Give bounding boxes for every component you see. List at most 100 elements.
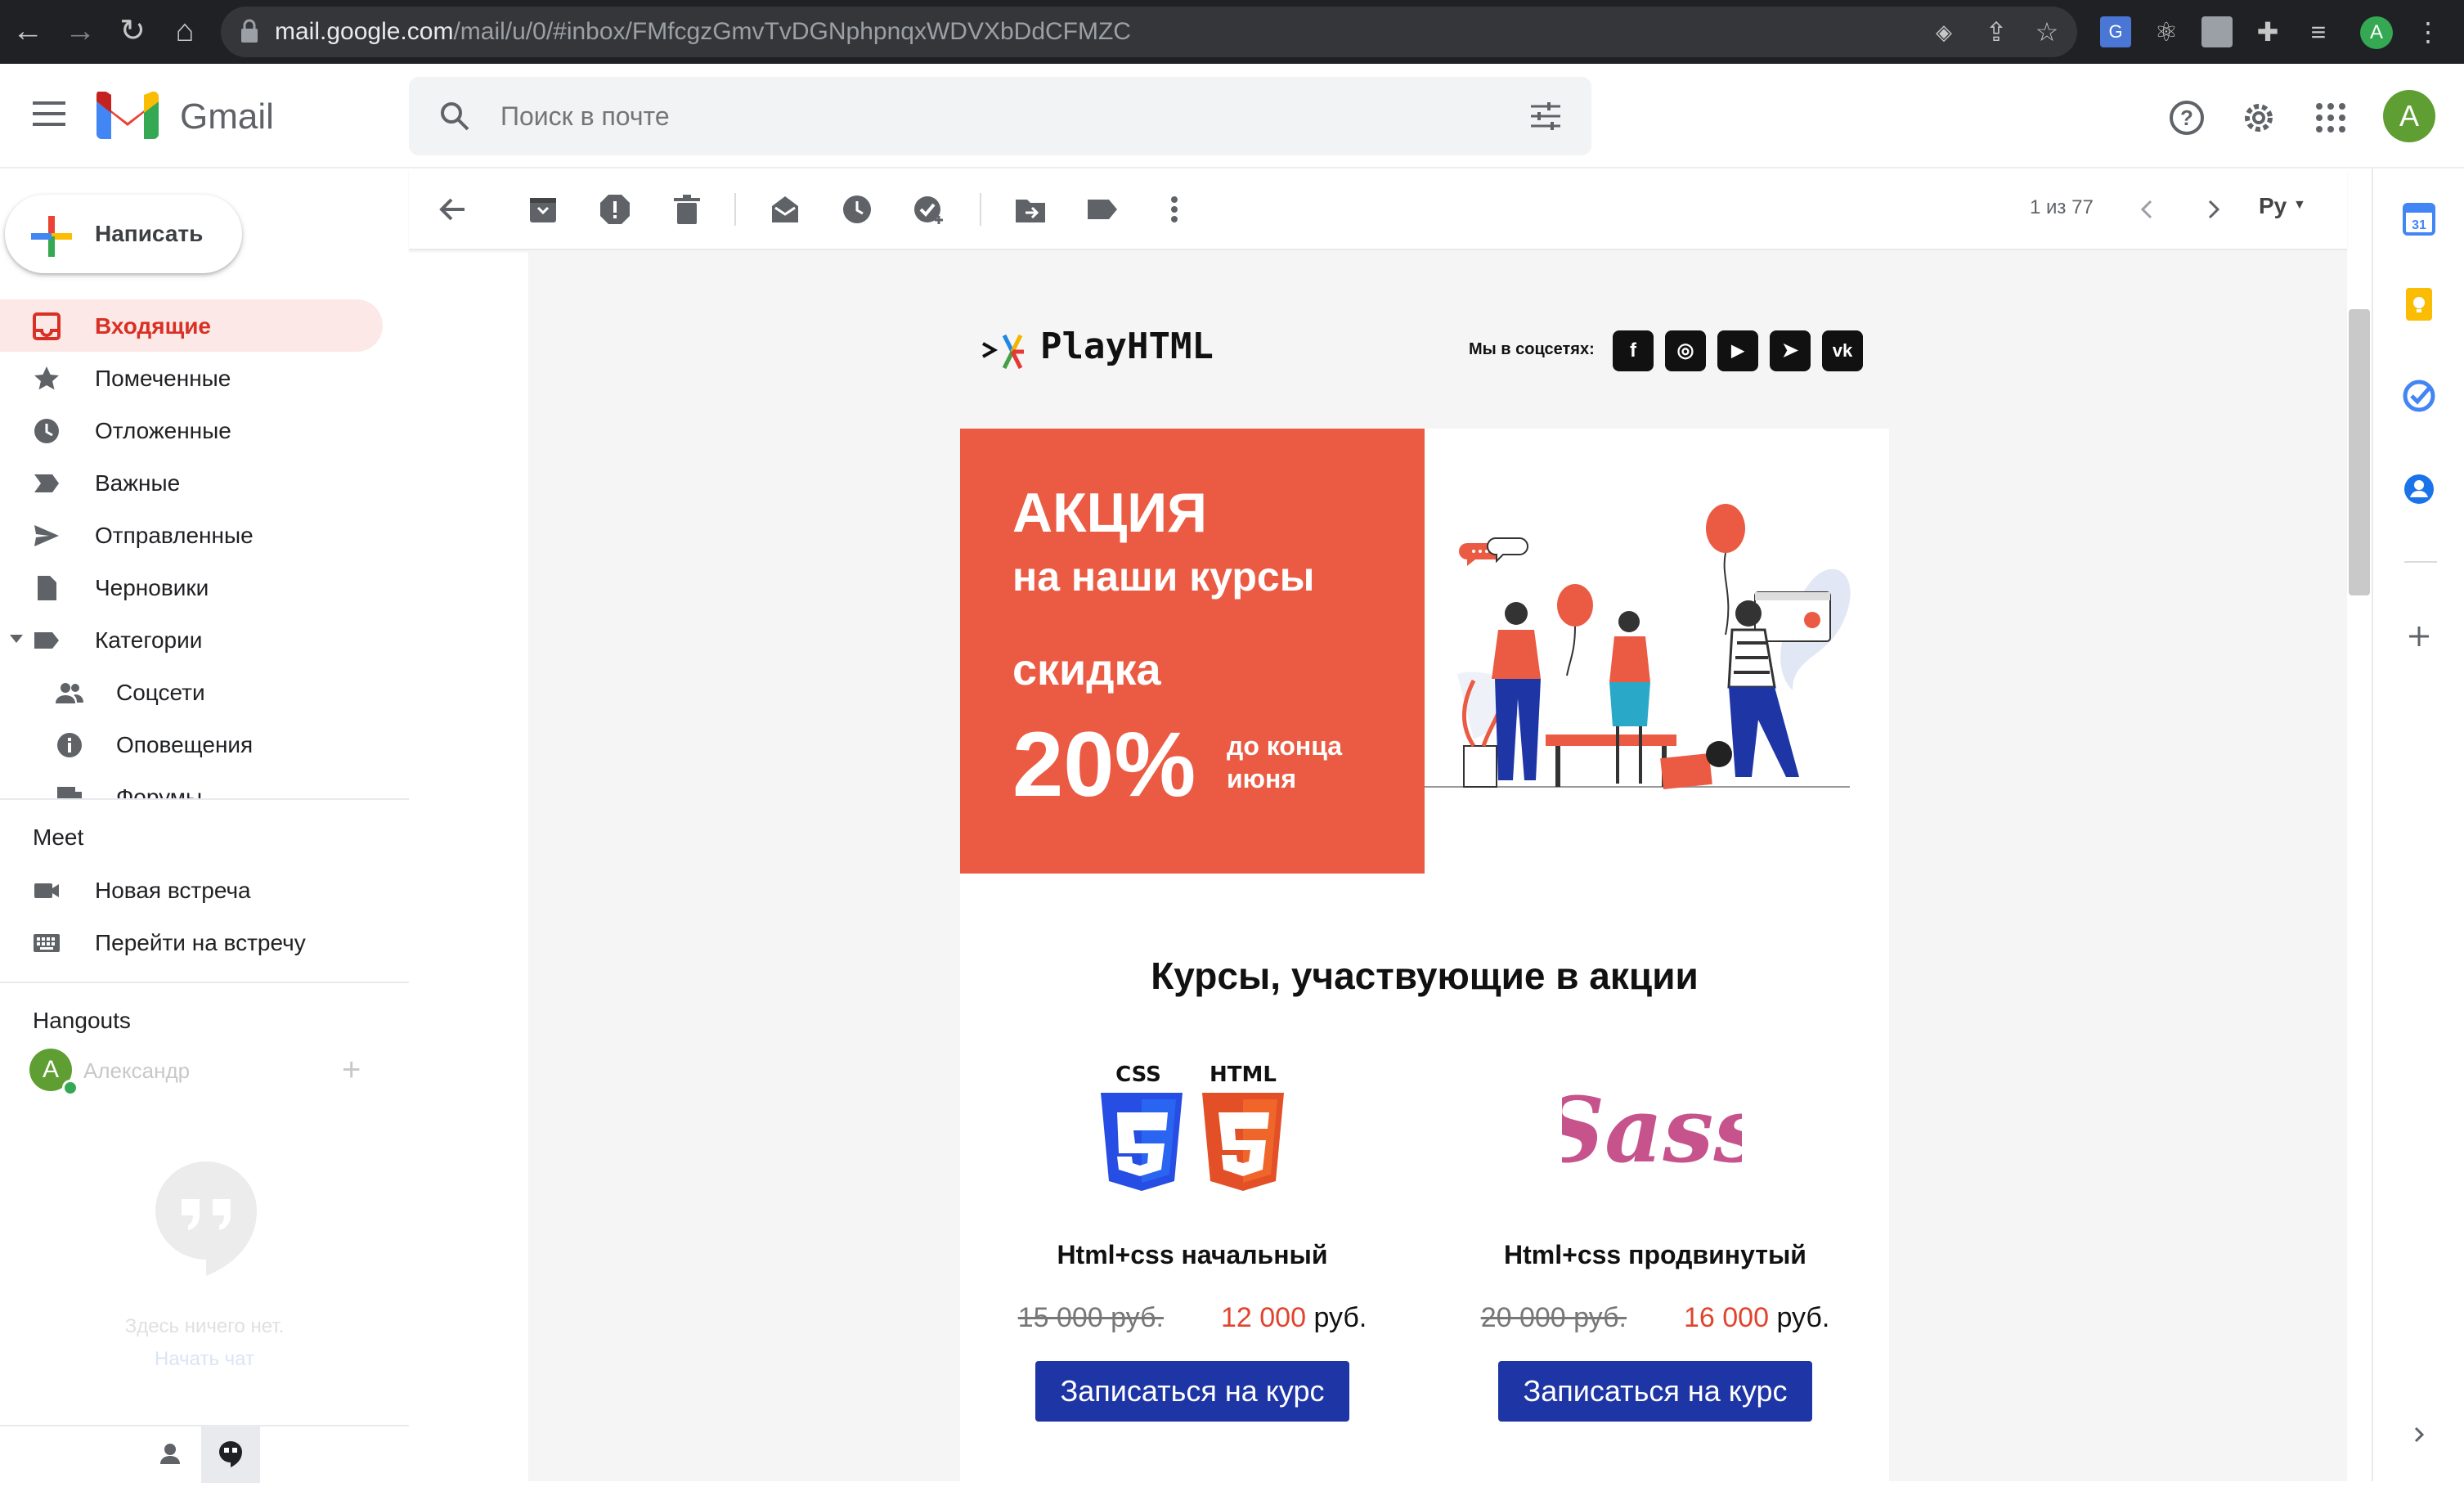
meet-new-meeting[interactable]: Новая встреча <box>0 864 383 916</box>
add-addon-plus-icon[interactable] <box>2401 618 2437 654</box>
eye-icon[interactable]: ◈ <box>1928 16 1959 47</box>
sidebar-item-snoozed[interactable]: Отложенные <box>0 404 383 456</box>
back-to-inbox-icon[interactable] <box>437 193 469 226</box>
translate-icon[interactable]: G <box>2100 16 2131 47</box>
report-spam-icon[interactable] <box>599 193 631 226</box>
compose-plus-icon <box>31 216 72 257</box>
enroll-button[interactable]: Записаться на курс <box>1035 1361 1349 1422</box>
hangouts-start-chat-link[interactable]: Начать чат <box>0 1348 409 1371</box>
hangouts-bubble-icon <box>155 1161 257 1276</box>
expand-panel-chevron-icon[interactable] <box>2401 1417 2437 1453</box>
old-price: 15 000 руб. <box>1017 1302 1164 1333</box>
new-price: 12 000 <box>1221 1302 1306 1333</box>
newer-chevron-left-icon[interactable] <box>2131 193 2164 226</box>
youtube-icon[interactable]: ▶ <box>1717 330 1758 371</box>
toolbar-separator <box>734 193 736 226</box>
reload-icon[interactable]: ↻ <box>114 15 150 47</box>
contacts-icon[interactable] <box>2401 471 2437 507</box>
info-icon <box>57 733 82 757</box>
help-icon[interactable]: ? <box>2167 98 2206 137</box>
sass-logo-icon: Sass <box>1562 1077 1742 1183</box>
compose-button[interactable]: Написать <box>5 195 242 273</box>
share-icon[interactable]: ⇪ <box>1981 16 2012 47</box>
add-contact-plus-icon[interactable]: + <box>342 1052 361 1089</box>
sidebar-item-sent[interactable]: Отправленные <box>0 509 383 561</box>
video-camera-icon <box>34 883 59 898</box>
older-chevron-right-icon[interactable] <box>2197 193 2229 226</box>
browser-profile-avatar[interactable]: A <box>2360 16 2393 49</box>
sidebar-item-important[interactable]: Важные <box>0 456 383 509</box>
search-input[interactable] <box>500 97 1400 136</box>
address-bar[interactable]: mail.google.com/mail/u/0/#inbox/FMfcgzGm… <box>221 7 2077 57</box>
telegram-icon[interactable]: ➤ <box>1770 330 1811 371</box>
search-bar <box>409 77 1591 155</box>
sidebar-item-inbox[interactable]: Входящие <box>0 299 383 352</box>
promo-banner[interactable]: АКЦИЯ на наши курсы скидка 20% до конца … <box>960 429 1425 874</box>
chat-quote-icon <box>219 1441 242 1467</box>
settings-gear-icon[interactable] <box>2239 98 2278 137</box>
mark-unread-icon[interactable] <box>769 193 801 226</box>
move-to-icon[interactable] <box>1014 193 1047 226</box>
sidebar-item-forums[interactable]: Форумы <box>0 770 383 798</box>
enroll-button[interactable]: Записаться на курс <box>1498 1361 1812 1422</box>
contacts-tab[interactable] <box>141 1426 200 1483</box>
sass-logo-label: Sass <box>1562 1077 1742 1183</box>
search-options-icon[interactable] <box>1529 100 1562 133</box>
person-icon <box>160 1444 180 1464</box>
old-price: 20 000 руб. <box>1480 1302 1627 1333</box>
tasks-icon[interactable] <box>2401 378 2437 414</box>
hangouts-user-name[interactable]: Александр <box>83 1058 190 1084</box>
input-language-selector[interactable]: Ру ▼ <box>2259 193 2306 219</box>
sidebar-item-categories[interactable]: Категории <box>0 613 383 666</box>
delete-icon[interactable] <box>671 193 703 226</box>
back-arrow-icon[interactable]: ← <box>10 15 46 47</box>
gmail-logo-icon <box>96 92 159 139</box>
instagram-icon[interactable]: ◎ <box>1665 330 1706 371</box>
caret-down-icon: ▼ <box>2293 198 2306 212</box>
apps-grid-icon[interactable] <box>2311 98 2350 137</box>
add-task-icon[interactable] <box>913 193 945 226</box>
more-options-icon[interactable] <box>1158 193 1191 226</box>
calendar-icon[interactable]: 31 <box>2401 201 2437 237</box>
facebook-icon[interactable]: f <box>1613 330 1654 371</box>
language-label: Ру <box>2259 193 2287 218</box>
label-icon <box>34 632 59 649</box>
home-icon[interactable]: ⌂ <box>167 15 203 47</box>
inbox-icon <box>33 312 61 340</box>
react-icon[interactable]: ⚛ <box>2151 16 2182 47</box>
sidebar-item-updates[interactable]: Оповещения <box>0 718 383 770</box>
archive-icon[interactable] <box>527 193 559 226</box>
forward-arrow-icon[interactable]: → <box>62 15 98 47</box>
puzzle-icon[interactable]: ✚ <box>2252 16 2283 47</box>
extension-tile-icon[interactable] <box>2201 16 2233 47</box>
svg-text:?: ? <box>2180 106 2193 130</box>
browser-chrome: ← → ↻ ⌂ mail.google.com/mail/u/0/#inbox/… <box>0 0 2464 64</box>
bookmark-star-icon[interactable]: ☆ <box>2031 16 2062 47</box>
online-status-dot <box>62 1080 79 1096</box>
main-menu-icon[interactable] <box>33 101 65 126</box>
conversations-tab[interactable] <box>201 1426 260 1483</box>
chevron-down-icon[interactable] <box>10 635 23 643</box>
css-logo-label: CSS <box>1115 1062 1161 1087</box>
clock-icon <box>34 419 59 443</box>
snooze-icon[interactable] <box>841 193 873 226</box>
sidebar-item-starred[interactable]: Помеченные <box>0 352 383 404</box>
keep-icon[interactable] <box>2401 286 2437 322</box>
queue-icon[interactable]: ≡ <box>2303 16 2334 47</box>
sidebar-item-social[interactable]: Соцсети <box>0 666 383 718</box>
vk-icon[interactable]: vk <box>1822 330 1863 371</box>
search-icon[interactable] <box>438 100 471 133</box>
vertical-scrollbar[interactable] <box>2349 309 2370 595</box>
sidebar-item-drafts[interactable]: Черновики <box>0 561 383 613</box>
compose-label: Написать <box>95 221 204 246</box>
browser-menu-icon[interactable]: ⋮ <box>2412 16 2444 47</box>
meet-join-meeting-label: Перейти на встречу <box>95 930 306 955</box>
account-avatar[interactable]: A <box>2383 90 2435 142</box>
promo-title: АКЦИЯ <box>1012 482 1208 544</box>
pagination-count: 1 из 77 <box>2030 196 2094 218</box>
sidebar-item-label: Важные <box>95 470 181 496</box>
sidebar-item-label: Входящие <box>95 313 211 339</box>
meet-join-meeting[interactable]: Перейти на встречу <box>0 916 383 968</box>
label-as-icon[interactable] <box>1086 193 1119 226</box>
sidebar-clip: Форумы <box>0 770 409 798</box>
